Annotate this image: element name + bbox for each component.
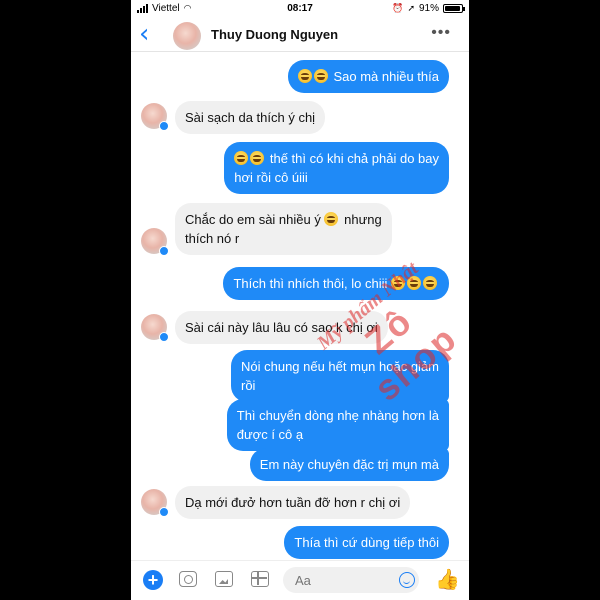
messenger-badge-icon: [159, 507, 169, 517]
message-bubble-outgoing[interactable]: Sao mà nhiều thía: [287, 60, 449, 93]
message-text: Thích thì nhích thôi, lo chiii: [233, 276, 388, 291]
message-text-line2: rồi: [240, 378, 256, 393]
grinning-emoji-icon: [391, 276, 405, 290]
sender-avatar[interactable]: [141, 489, 169, 517]
gif-grid-icon[interactable]: [251, 571, 269, 587]
message-bubble-outgoing[interactable]: Em này chuyên đặc trị mụn mà: [249, 448, 449, 481]
message-bubble-outgoing[interactable]: Nói chung nếu hết mụn hoặc giảm rồi: [230, 350, 449, 402]
grinning-emoji-icon: [297, 69, 312, 83]
sender-avatar[interactable]: [141, 314, 169, 342]
battery-fill: [445, 6, 460, 11]
location-icon: ➚: [407, 3, 415, 14]
message-text-line1b: nhưng: [344, 212, 382, 227]
thumbs-up-icon[interactable]: 👍: [435, 569, 460, 589]
grinning-emoji-icon: [407, 276, 421, 290]
grinning-emoji-icon: [423, 276, 437, 290]
add-plus-icon[interactable]: +: [143, 570, 163, 590]
sender-avatar[interactable]: [141, 228, 169, 256]
more-options-icon[interactable]: •••: [431, 24, 451, 42]
battery-icon: [443, 4, 465, 13]
messenger-screen: Viettel ◠ 08:17 ⏰ ➚ 91% ‹ Thuy Duong Ngu…: [131, 0, 469, 600]
message-text: Sao mà nhiều thía: [333, 69, 439, 84]
message-text: Em này chuyên đặc trị mụn mà: [259, 457, 439, 472]
status-right: ⏰ ➚ 91%: [392, 3, 465, 14]
message-bubble-incoming[interactable]: Dạ mới đưở hơn tuần đỡ hơn r chị ơi: [175, 486, 411, 519]
contact-name[interactable]: Thuy Duong Nguyen: [211, 27, 338, 42]
message-text: Thía thì cứ dùng tiếp thôi: [294, 535, 439, 550]
sender-avatar[interactable]: [141, 103, 169, 131]
message-bubble-outgoing[interactable]: Thích thì nhích thôi, lo chiii: [223, 267, 449, 300]
emoji-smile-icon[interactable]: [399, 572, 415, 588]
message-composer: + 👍: [131, 560, 469, 600]
status-bar: Viettel ◠ 08:17 ⏰ ➚ 91%: [131, 0, 469, 18]
messenger-badge-icon: [159, 332, 169, 342]
message-text-line1: Nói chung nếu hết mụn hoặc giảm: [240, 359, 439, 374]
camera-icon[interactable]: [179, 571, 197, 587]
message-bubble-outgoing[interactable]: Thía thì cứ dùng tiếp thôi: [284, 526, 449, 559]
message-text-line1: Chắc do em sài nhiều ý: [185, 212, 321, 227]
messenger-badge-icon: [159, 246, 169, 256]
message-text: Sài cái này lâu lâu có sao k chị ơi: [185, 320, 378, 335]
message-bubble-incoming[interactable]: Chắc do em sài nhiều ý nhưng thích nó r: [175, 203, 392, 255]
crying-laughing-emoji-icon: [324, 212, 339, 226]
back-chevron-icon[interactable]: ‹: [139, 20, 149, 48]
message-text-line2: thích nó r: [185, 231, 240, 246]
message-text-line2: được í cô ạ: [236, 427, 304, 442]
battery-label: 91%: [418, 3, 439, 14]
grinning-emoji-icon: [234, 151, 249, 165]
message-text-line1: Thì chuyển dòng nhẹ nhàng hơn là: [236, 408, 439, 423]
message-bubble-outgoing[interactable]: thế thì có khi chả phải do bay hơi rồi c…: [224, 142, 449, 194]
message-bubble-incoming[interactable]: Sài cái này lâu lâu có sao k chị ơi: [175, 311, 388, 344]
conversation-header: ‹ Thuy Duong Nguyen •••: [131, 18, 469, 52]
message-text-line1: thế thì có khi chả phải do bay: [269, 151, 439, 166]
message-bubble-incoming[interactable]: Sài sạch da thích ý chị: [175, 101, 326, 134]
grinning-emoji-icon: [250, 151, 265, 165]
message-text: Dạ mới đưở hơn tuần đỡ hơn r chị ơi: [185, 495, 401, 510]
contact-avatar[interactable]: [173, 22, 201, 50]
grinning-emoji-icon: [313, 69, 328, 83]
messenger-badge-icon: [159, 121, 169, 131]
message-text: Sài sạch da thích ý chị: [185, 110, 316, 125]
photo-gallery-icon[interactable]: [215, 571, 233, 587]
message-text-line2: hơi rồi cô úiii: [234, 170, 308, 185]
alarm-icon: ⏰: [392, 3, 404, 14]
message-bubble-outgoing[interactable]: Thì chuyển dòng nhẹ nhàng hơn là được í …: [226, 399, 449, 451]
